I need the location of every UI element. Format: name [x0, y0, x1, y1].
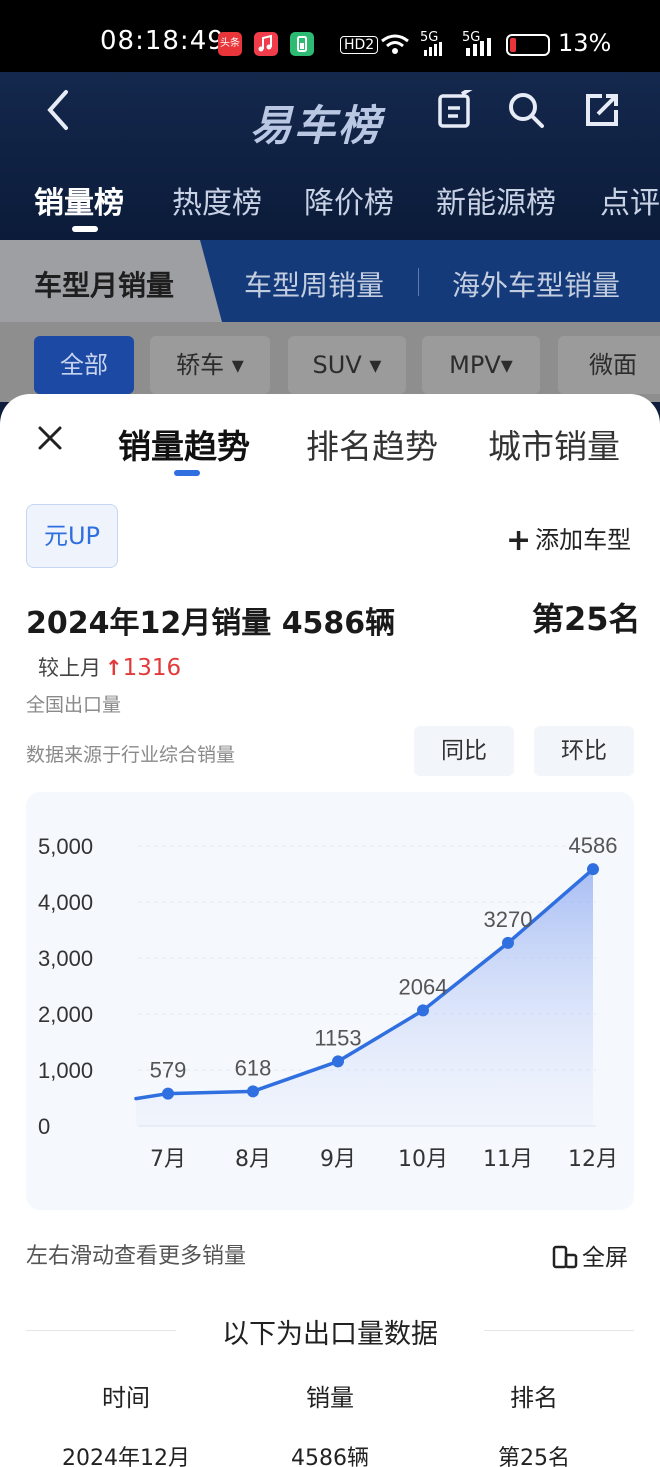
add-model-label: 添加车型 [535, 526, 632, 554]
mom-button[interactable]: 环比 [534, 726, 634, 776]
filter-sedan[interactable]: 轿车 ▾ [150, 336, 270, 394]
wifi-icon [381, 34, 409, 54]
tab-sales[interactable]: 销量榜 [34, 178, 124, 222]
y-tick-label: 4,000 [38, 890, 93, 915]
table-header-rank: 排名 [510, 1384, 558, 1412]
y-tick-label: 0 [38, 1114, 50, 1139]
tab-new-energy[interactable]: 新能源榜 [436, 178, 556, 222]
tab-price-drop[interactable]: 降价榜 [304, 178, 394, 222]
y-tick-label: 1,000 [38, 1058, 93, 1083]
data-scope: 全国出口量 [26, 694, 122, 716]
yoy-button[interactable]: 同比 [414, 726, 514, 776]
sheet-tab-indicator [174, 470, 200, 476]
filter-mpv-label: MPV [449, 351, 501, 379]
sales-trend-chart: 0 1,000 2,000 3,000 4,000 5,000 579 7月 618 8月 1153… [38, 833, 618, 1172]
x-tick-label: 10月 [398, 1147, 448, 1172]
data-point [417, 1004, 429, 1017]
data-point [502, 936, 514, 949]
battery-app-icon [290, 32, 314, 56]
search-icon[interactable] [506, 90, 546, 130]
data-label: 4586 [569, 833, 618, 858]
hd-indicator: HD2 [340, 36, 379, 54]
x-tick-label: 9月 [320, 1147, 356, 1172]
trend-sheet: 销量趋势 排名趋势 城市销量 元UP + 添加车型 2024年12月销量 4586… [0, 394, 660, 1467]
tab-reviews[interactable]: 点评 [600, 178, 660, 222]
toutiao-app-icon: 头条 [218, 32, 242, 56]
divider-right [484, 1330, 634, 1331]
rank-value: 第25名 [532, 600, 641, 638]
fullscreen-label: 全屏 [582, 1245, 628, 1271]
table-title: 以下为出口量数据 [222, 1319, 438, 1350]
add-model-button[interactable]: + 添加车型 [506, 520, 631, 558]
sub-tabs: 车型月销量 车型周销量 海外车型销量 [0, 240, 660, 322]
data-label: 2064 [399, 974, 448, 999]
x-tick-label: 11月 [483, 1147, 533, 1172]
mom-delta: 1316 [122, 655, 182, 681]
status-bar: 08:18:49 头条 HD2 5G 5G 13% [0, 0, 660, 72]
sub-tab-overseas[interactable]: 海外车型销量 [452, 264, 620, 304]
sales-headline: 2024年12月销量 4586辆 [26, 606, 396, 641]
close-icon[interactable] [36, 424, 64, 452]
x-tick-label: 12月 [568, 1147, 618, 1172]
data-label: 618 [235, 1055, 272, 1080]
model-chip[interactable]: 元UP [26, 504, 118, 568]
arrow-up-icon: ↑ [105, 656, 123, 680]
filter-sedan-label: 轿车 [176, 351, 225, 379]
filter-suv-label: SUV [312, 351, 362, 379]
x-tick-label: 8月 [235, 1147, 271, 1172]
battery-icon [506, 34, 550, 56]
data-point [587, 863, 599, 876]
data-source: 数据来源于行业综合销量 [26, 744, 236, 766]
filter-mpv[interactable]: MPV▾ [422, 336, 540, 394]
battery-percent: 13% [558, 29, 612, 57]
data-point [247, 1085, 259, 1098]
sales-chart-card[interactable]: 0 1,000 2,000 3,000 4,000 5,000 579 7月 618 8月 1153… [26, 792, 634, 1210]
mom-label: 较上月 [38, 656, 101, 680]
fullscreen-icon [552, 1245, 578, 1269]
filter-suv[interactable]: SUV ▾ [288, 336, 406, 394]
ranking-tabs: 销量榜 热度榜 降价榜 新能源榜 点评 [0, 172, 660, 232]
table-header-time: 时间 [102, 1384, 150, 1412]
table-header-sales: 销量 [306, 1384, 354, 1412]
x-tick-label: 7月 [150, 1147, 186, 1172]
y-tick-label: 5,000 [38, 834, 93, 859]
table-cell-time: 2024年12月 [62, 1446, 190, 1467]
y-tick-label: 2,000 [38, 1002, 93, 1027]
y-tick-label: 3,000 [38, 946, 93, 971]
tab-popularity[interactable]: 热度榜 [172, 178, 262, 222]
sub-tab-weekly[interactable]: 车型周销量 [244, 264, 384, 304]
sub-tab-monthly[interactable]: 车型月销量 [34, 264, 174, 304]
back-arrow-icon[interactable] [44, 88, 72, 132]
share-icon[interactable] [582, 90, 622, 130]
filter-all[interactable]: 全部 [34, 336, 134, 394]
tab-sales-trend[interactable]: 销量趋势 [118, 420, 250, 468]
sub-tab-divider [418, 268, 419, 296]
tab-city-sales[interactable]: 城市销量 [488, 420, 620, 468]
month-over-month: 较上月 ↑1316 [38, 652, 181, 682]
data-label: 1153 [314, 1025, 361, 1050]
brand-logo: 易车榜 [250, 101, 383, 150]
plus-icon: + [506, 523, 532, 558]
filter-bar: 全部 轿车 ▾ SUV ▾ MPV▾ 微面 [0, 322, 660, 402]
filter-minivan[interactable]: 微面 [558, 336, 660, 394]
fullscreen-button[interactable]: 全屏 [552, 1238, 628, 1272]
data-point [332, 1055, 344, 1068]
music-app-icon [254, 32, 278, 56]
table-cell-sales: 4586辆 [291, 1446, 369, 1467]
data-label: 579 [150, 1058, 187, 1083]
edit-icon[interactable] [436, 90, 476, 130]
data-point [162, 1087, 174, 1100]
data-label: 3270 [484, 907, 533, 932]
tab-rank-trend[interactable]: 排名趋势 [306, 420, 438, 468]
swipe-hint: 左右滑动查看更多销量 [26, 1244, 247, 1269]
table-cell-rank: 第25名 [498, 1446, 570, 1467]
signal-icon-1 [424, 42, 442, 56]
tab-indicator [72, 226, 98, 232]
signal-icon-2 [466, 38, 491, 56]
status-time: 08:18:49 [100, 26, 225, 56]
